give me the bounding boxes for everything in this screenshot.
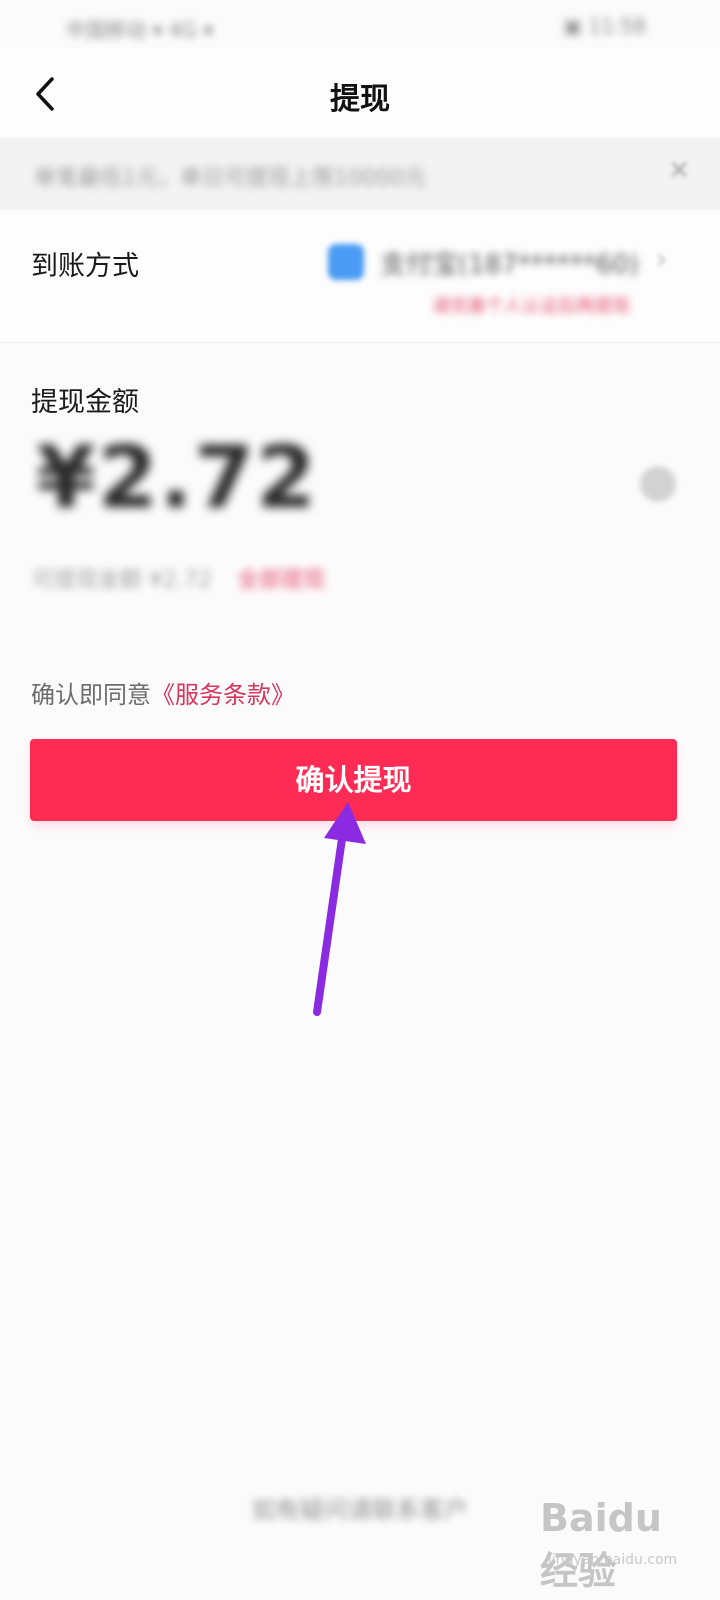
- battery-time: ▣ 11:58: [563, 14, 646, 38]
- terms-link[interactable]: 《服务条款》: [151, 681, 295, 709]
- amount-label: 提现金额: [31, 387, 139, 418]
- payout-account: 支付宝(187******60): [380, 250, 639, 280]
- amount-input[interactable]: ¥2.72: [36, 428, 318, 528]
- payout-method-label: 到账方式: [31, 251, 139, 282]
- agreement-row: 确认即同意《服务条款》: [31, 675, 295, 710]
- balance-row: 可提现金额 ¥2.72 全部提现: [32, 562, 325, 596]
- watermark-url: jingyan.baidu.com: [548, 1552, 678, 1568]
- available-balance: 可提现金额 ¥2.72: [32, 568, 212, 593]
- payout-account-selector[interactable]: 支付宝(187******60) ›: [328, 240, 688, 280]
- withdraw-all-link[interactable]: 全部提现: [237, 562, 325, 594]
- status-bar: 中国移动 ▾ 4G ▾ ▣ 11:58: [0, 0, 720, 50]
- close-icon[interactable]: ✕: [668, 156, 690, 186]
- annotation-arrow-icon: [313, 802, 366, 1016]
- agreement-text: 确认即同意: [31, 681, 151, 709]
- notice-banner: 单笔最低1元，单日可提现上限10000元 ✕: [0, 138, 720, 210]
- chevron-right-icon: ›: [656, 242, 668, 275]
- payout-method-row: 到账方式 支付宝(187******60) › 请完善个人认证后再提现: [0, 210, 720, 343]
- watermark-logo: Baidu 经验: [540, 1496, 662, 1593]
- nav-bar: 提现: [0, 50, 720, 136]
- carrier-signal: 中国移动 ▾ 4G ▾: [66, 18, 214, 42]
- page-title: 提现: [330, 82, 390, 117]
- baidu-watermark: Baidu 经验 jingyan.baidu.com: [540, 1490, 710, 1593]
- clear-icon[interactable]: [640, 466, 676, 502]
- alipay-icon: [328, 244, 364, 280]
- notice-text: 单笔最低1元，单日可提现上限10000元: [34, 166, 426, 191]
- payout-tip: 请完善个人认证后再提现: [432, 296, 630, 317]
